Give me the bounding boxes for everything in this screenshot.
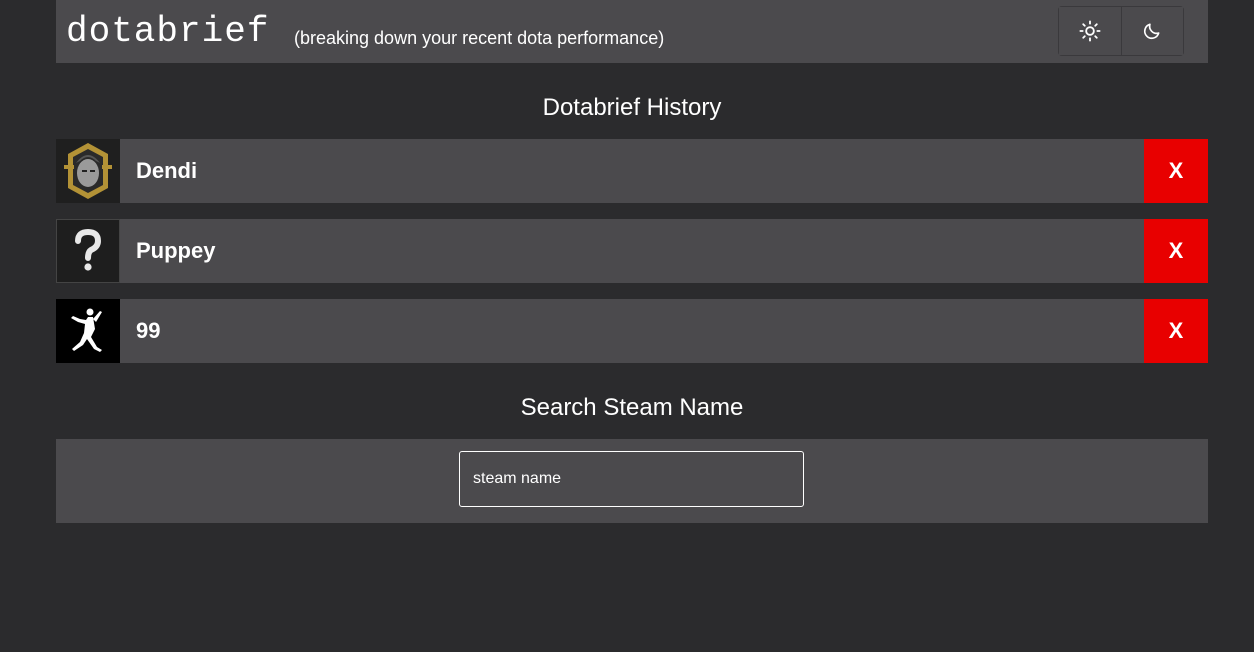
search-title: Search Steam Name xyxy=(520,394,744,421)
steam-name-search-input[interactable] xyxy=(459,451,804,507)
remove-button[interactable]: X xyxy=(1144,219,1208,283)
remove-button[interactable]: X xyxy=(1144,139,1208,203)
history-title: Dotabrief History xyxy=(542,94,722,121)
history-item-puppey[interactable]: Puppey X xyxy=(56,219,1208,283)
moon-icon xyxy=(1144,23,1160,40)
remove-button[interactable]: X xyxy=(1144,299,1208,363)
history-item-99[interactable]: 99 X xyxy=(56,299,1208,363)
page-container: dotabrief (breaking down your recent dot… xyxy=(56,0,1208,523)
search-panel xyxy=(56,439,1208,523)
app-tagline: (breaking down your recent dota performa… xyxy=(294,28,665,48)
history-item-name[interactable]: Puppey xyxy=(120,219,1144,283)
app-logo[interactable]: dotabrief xyxy=(66,10,269,54)
dark-theme-button[interactable] xyxy=(1121,7,1183,55)
history-item-name[interactable]: Dendi xyxy=(120,139,1144,203)
sun-icon xyxy=(1079,20,1101,42)
light-theme-button[interactable] xyxy=(1059,7,1122,55)
jumpman-avatar xyxy=(56,299,120,363)
history-item-dendi[interactable]: Dendi X xyxy=(56,139,1208,203)
theme-toggle xyxy=(1058,6,1184,56)
question-mark-avatar xyxy=(56,219,120,283)
app-header: dotabrief (breaking down your recent dot… xyxy=(56,0,1208,63)
dendi-avatar xyxy=(56,139,120,203)
history-item-name[interactable]: 99 xyxy=(120,299,1144,363)
